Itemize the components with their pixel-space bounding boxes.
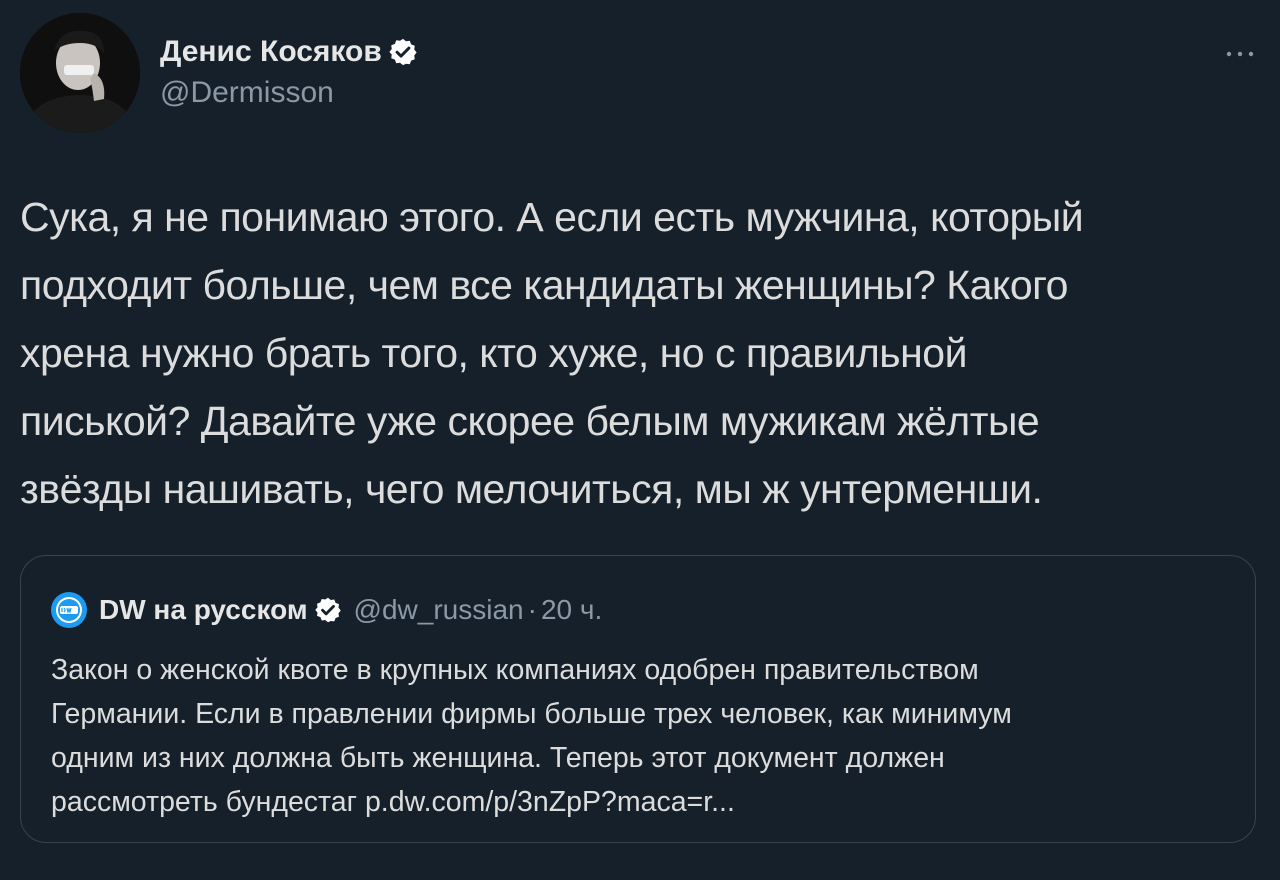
quote-text: Закон о женской квоте в крупных компания… (51, 654, 1012, 818)
more-horizontal-icon (1226, 51, 1254, 57)
quote-header: DW на русском @dw_russian · 20 ч. (51, 590, 602, 630)
quote-author-handle[interactable]: @dw_russian (354, 594, 524, 626)
verified-badge-icon (388, 37, 418, 67)
more-options-button[interactable] (1222, 36, 1258, 72)
dw-logo-icon[interactable] (51, 592, 87, 628)
author-handle[interactable]: @Dermisson (160, 76, 334, 110)
verified-badge-icon (314, 596, 342, 624)
author-avatar[interactable] (20, 13, 140, 133)
author-name[interactable]: Денис Косяков (160, 35, 382, 69)
tweet-text: Сука, я не понимаю этого. А если есть му… (20, 194, 1084, 512)
quote-author-name[interactable]: DW на русском (99, 594, 308, 626)
quoted-tweet[interactable]: DW на русском @dw_russian · 20 ч. Закон … (20, 555, 1256, 843)
quote-timestamp[interactable]: 20 ч. (541, 594, 602, 626)
separator-dot: · (527, 594, 537, 625)
tweet: Денис Косяков @Dermisson Сука, я не пони… (0, 0, 1280, 880)
author-name-row[interactable]: Денис Косяков (160, 30, 418, 74)
